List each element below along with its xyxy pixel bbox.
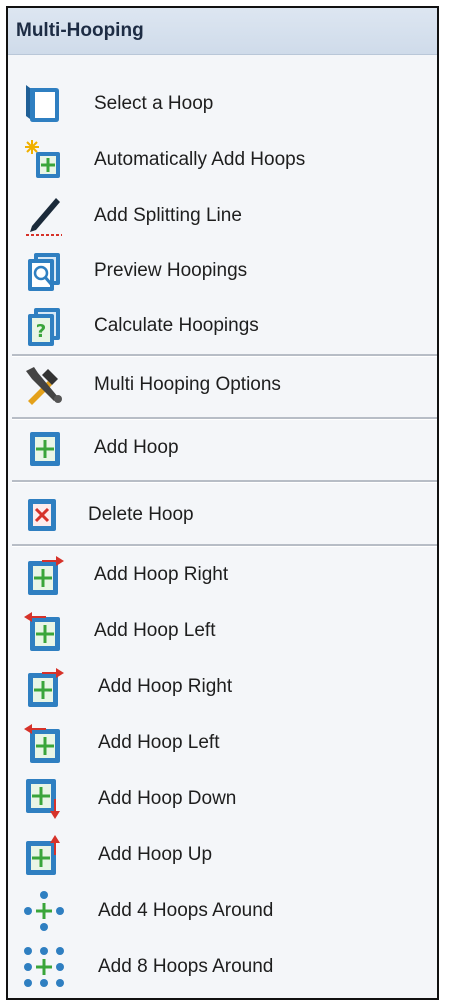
add-hoop-up-button[interactable]: Add Hoop Up bbox=[8, 829, 437, 881]
item-label: Add Hoop Left bbox=[98, 732, 220, 753]
add-hoop-right-button[interactable]: Add Hoop Right bbox=[8, 549, 437, 601]
add-hoop-right-icon bbox=[22, 553, 66, 597]
multi-hooping-options-button[interactable]: Multi Hooping Options bbox=[8, 359, 437, 411]
delete-hoop-icon bbox=[22, 493, 66, 537]
select-hoop-icon bbox=[22, 82, 66, 126]
add-hoop-down-icon bbox=[22, 777, 66, 821]
auto-add-hoops-icon bbox=[22, 138, 66, 182]
item-label: Add Hoop Right bbox=[94, 564, 229, 585]
item-label: Delete Hoop bbox=[88, 504, 194, 525]
splitting-line-icon bbox=[22, 194, 66, 238]
item-label: Add Hoop Right bbox=[98, 676, 233, 697]
item-label: Add 4 Hoops Around bbox=[98, 900, 274, 921]
add-splitting-line-button[interactable]: Add Splitting Line bbox=[8, 190, 437, 242]
add-hoop-left-button[interactable]: Add Hoop Left bbox=[8, 717, 437, 769]
add-hoop-left-icon bbox=[22, 721, 66, 765]
add-hoop-right-button[interactable]: Add Hoop Right bbox=[8, 661, 437, 713]
svg-text:?: ? bbox=[36, 321, 46, 342]
item-label: Multi Hooping Options bbox=[94, 374, 281, 395]
panel-title: Multi-Hooping bbox=[8, 8, 437, 55]
separator bbox=[12, 417, 437, 420]
calculate-hoopings-button[interactable]: ? Calculate Hoopings bbox=[8, 300, 437, 352]
multi-hooping-panel: Multi-Hooping Select a Hoop Automaticall… bbox=[6, 6, 439, 1000]
item-label: Add Hoop Up bbox=[98, 844, 213, 865]
add-hoop-down-button[interactable]: Add Hoop Down bbox=[8, 773, 437, 825]
add-4-hoops-around-icon bbox=[22, 889, 66, 933]
item-label: Select a Hoop bbox=[94, 93, 214, 114]
auto-add-hoops-button[interactable]: Automatically Add Hoops bbox=[8, 134, 437, 186]
preview-hoopings-button[interactable]: Preview Hoopings bbox=[8, 245, 437, 297]
select-hoop-button[interactable]: Select a Hoop bbox=[8, 78, 437, 130]
separator bbox=[12, 480, 437, 483]
separator bbox=[12, 544, 437, 547]
delete-hoop-button[interactable]: Delete Hoop bbox=[8, 489, 437, 541]
item-label: Add Hoop Left bbox=[94, 620, 216, 641]
add-hoop-left-icon bbox=[22, 609, 66, 653]
add-4-hoops-around-button[interactable]: Add 4 Hoops Around bbox=[8, 885, 437, 937]
add-hoop-left-button[interactable]: Add Hoop Left bbox=[8, 605, 437, 657]
item-label: Add Hoop Down bbox=[98, 788, 237, 809]
add-8-hoops-around-icon bbox=[22, 945, 66, 989]
preview-hoopings-icon bbox=[22, 249, 66, 293]
options-tools-icon bbox=[22, 363, 66, 407]
item-label: Add 8 Hoops Around bbox=[98, 956, 274, 977]
calculate-hoopings-icon: ? bbox=[22, 304, 66, 348]
add-hoop-button[interactable]: Add Hoop bbox=[8, 422, 437, 474]
add-hoop-right-icon bbox=[22, 665, 66, 709]
separator bbox=[12, 354, 437, 357]
item-label: Automatically Add Hoops bbox=[94, 149, 306, 170]
item-label: Add Hoop bbox=[94, 437, 179, 458]
item-label: Add Splitting Line bbox=[94, 205, 242, 226]
item-label: Preview Hoopings bbox=[94, 260, 248, 281]
add-hoop-up-icon bbox=[22, 833, 66, 877]
item-label: Calculate Hoopings bbox=[94, 315, 259, 336]
add-hoop-icon bbox=[22, 426, 66, 470]
add-8-hoops-around-button[interactable]: Add 8 Hoops Around bbox=[8, 941, 437, 993]
